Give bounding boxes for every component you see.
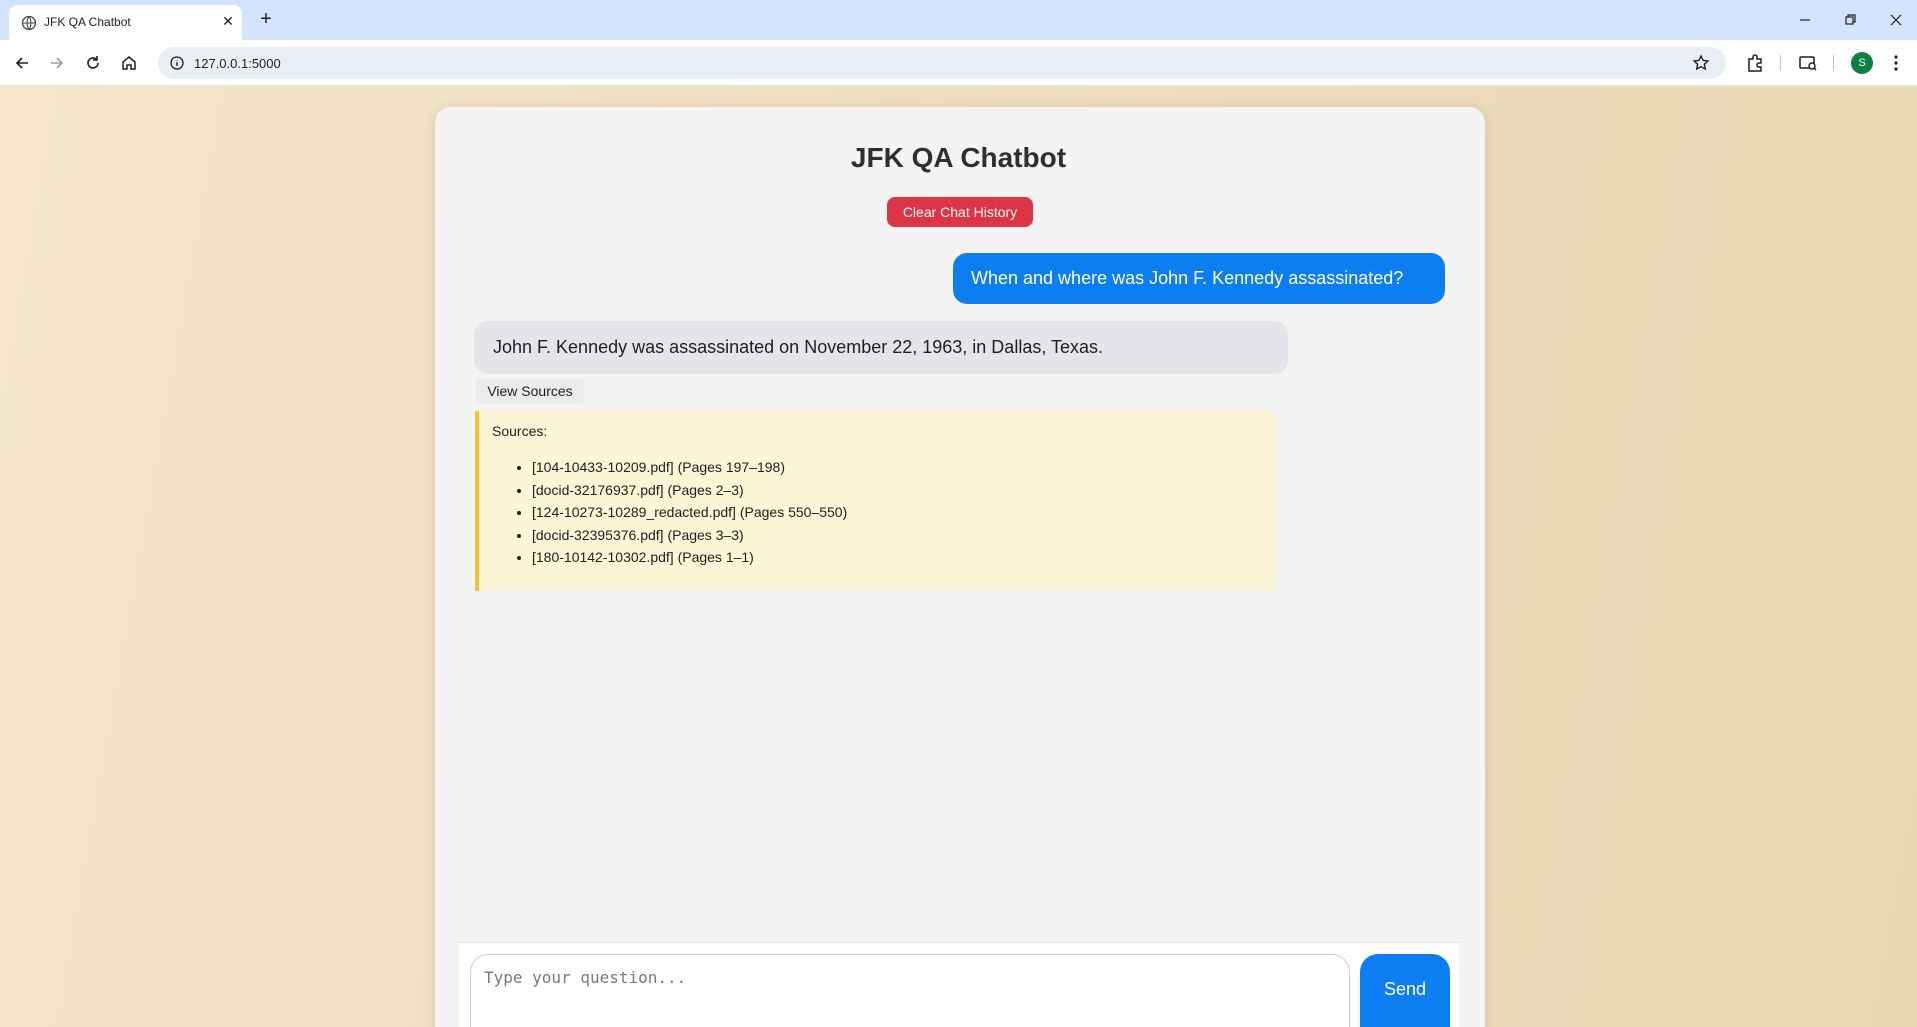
home-icon[interactable] bbox=[119, 53, 139, 73]
forward-icon[interactable] bbox=[47, 53, 67, 73]
sources-panel: Sources: [104-10433-10209.pdf] (Pages 19… bbox=[475, 411, 1275, 591]
globe-icon bbox=[21, 15, 37, 31]
url-text: 127.0.0.1:5000 bbox=[194, 56, 281, 71]
restore-icon[interactable] bbox=[1840, 10, 1860, 30]
site-info-icon[interactable] bbox=[169, 55, 185, 71]
question-input[interactable] bbox=[470, 954, 1350, 1027]
address-bar[interactable]: 127.0.0.1:5000 bbox=[158, 47, 1726, 79]
new-tab-button[interactable]: + bbox=[254, 8, 278, 32]
media-icon[interactable] bbox=[1797, 52, 1819, 74]
toolbar-divider bbox=[1780, 55, 1781, 71]
sources-heading: Sources: bbox=[492, 423, 548, 439]
send-button[interactable]: Send bbox=[1360, 954, 1450, 1027]
browser-tab[interactable]: JFK QA Chatbot ✕ bbox=[9, 5, 242, 40]
close-tab-icon[interactable]: ✕ bbox=[219, 12, 237, 30]
page-title: JFK QA Chatbot bbox=[850, 142, 1067, 173]
profile-avatar[interactable]: S bbox=[1851, 52, 1873, 74]
minimize-icon[interactable] bbox=[1795, 10, 1815, 30]
bot-message-bubble: John F. Kennedy was assassinated on Nove… bbox=[474, 321, 1288, 374]
reload-icon[interactable] bbox=[83, 53, 103, 73]
source-item: [180-10142-10302.pdf] (Pages 1–1) bbox=[532, 546, 847, 569]
menu-icon[interactable] bbox=[1885, 52, 1907, 74]
close-window-icon[interactable] bbox=[1886, 10, 1906, 30]
user-message-bubble: When and where was John F. Kennedy assas… bbox=[953, 253, 1445, 304]
star-icon[interactable] bbox=[1691, 53, 1711, 73]
sources-list: [104-10433-10209.pdf] (Pages 197–198) [d… bbox=[532, 456, 847, 569]
source-item: [docid-32176937.pdf] (Pages 2–3) bbox=[532, 479, 847, 502]
source-item: [104-10433-10209.pdf] (Pages 197–198) bbox=[532, 456, 847, 479]
browser-tab-bar: JFK QA Chatbot ✕ + bbox=[0, 0, 1917, 40]
view-sources-button[interactable]: View Sources bbox=[476, 378, 584, 404]
toolbar-divider bbox=[1833, 55, 1834, 71]
browser-toolbar: 127.0.0.1:5000 S bbox=[0, 40, 1917, 86]
source-item: [124-10273-10289_redacted.pdf] (Pages 55… bbox=[532, 501, 847, 524]
back-icon[interactable] bbox=[12, 53, 32, 73]
source-item: [docid-32395376.pdf] (Pages 3–3) bbox=[532, 524, 847, 547]
tab-title: JFK QA Chatbot bbox=[44, 15, 131, 29]
extensions-icon[interactable] bbox=[1744, 52, 1766, 74]
clear-chat-button[interactable]: Clear Chat History bbox=[887, 197, 1033, 227]
